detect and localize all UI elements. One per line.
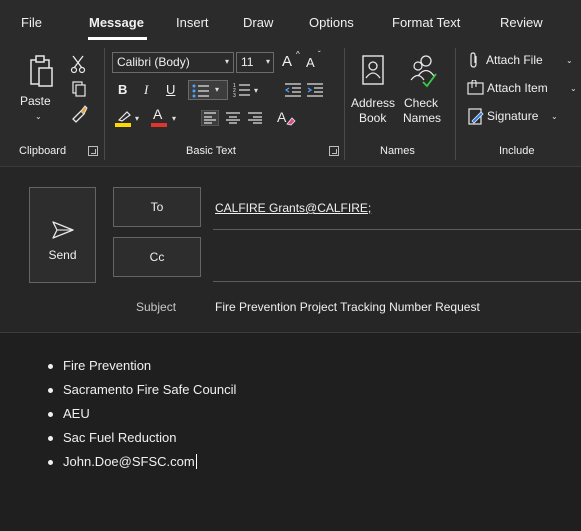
cc-field[interactable] xyxy=(213,234,581,278)
align-right-icon[interactable] xyxy=(246,110,264,126)
attach-file-button[interactable]: Attach File ⌄ xyxy=(466,51,576,71)
attach-item-label: Attach Item xyxy=(487,81,548,95)
address-book-label-line2: Book xyxy=(359,111,387,125)
grow-font-button[interactable]: A xyxy=(282,53,292,70)
group-divider xyxy=(344,48,345,160)
chevron-down-icon[interactable]: ▾ xyxy=(254,86,258,95)
font-color-button[interactable]: A ▾ xyxy=(150,106,180,130)
align-center-icon[interactable] xyxy=(224,110,242,126)
tab-options[interactable]: Options xyxy=(309,15,354,30)
to-button[interactable]: To xyxy=(113,187,201,227)
list-item-text: John.Doe@SFSC.com xyxy=(63,454,195,469)
paperclip-icon xyxy=(470,52,477,68)
chevron-down-icon: ▾ xyxy=(265,57,270,66)
cut-icon[interactable] xyxy=(70,54,86,74)
subject-label: Subject xyxy=(136,300,177,314)
group-divider xyxy=(104,48,105,160)
bullet-list-icon xyxy=(192,84,209,98)
attach-file-label: Attach File xyxy=(486,53,543,67)
font-color-swatch xyxy=(151,123,167,127)
list-item: Sacramento Fire Safe Council xyxy=(48,381,236,405)
font-name-dropdown[interactable]: Calibri (Body) ▾ xyxy=(112,52,234,73)
shrink-caret-icon: ˇ xyxy=(318,50,321,59)
paste-dropdown-icon: ⌄ xyxy=(35,112,42,121)
svg-text:A: A xyxy=(277,109,287,125)
address-book-button[interactable]: Address Book xyxy=(349,50,397,132)
list-item: Sac Fuel Reduction xyxy=(48,429,236,453)
attach-item-icon xyxy=(467,80,484,95)
highlight-button[interactable]: ▾ xyxy=(114,108,142,130)
cc-button[interactable]: Cc xyxy=(113,237,201,277)
send-icon xyxy=(52,221,74,239)
basic-text-group-label: Basic Text xyxy=(186,145,236,157)
paste-button[interactable]: Paste ⌄ xyxy=(18,50,62,130)
check-names-label-line2: Names xyxy=(403,111,442,125)
tab-review[interactable]: Review xyxy=(500,15,543,30)
check-names-label-line1: Check xyxy=(404,96,439,110)
list-item-last: John.Doe@SFSC.com xyxy=(48,453,236,477)
bullet-list: Fire Prevention Sacramento Fire Safe Cou… xyxy=(48,357,236,477)
send-button[interactable]: Send xyxy=(29,187,96,283)
chevron-down-icon: ▾ xyxy=(135,114,140,123)
tab-file[interactable]: File xyxy=(21,15,42,30)
chevron-down-icon: ▾ xyxy=(172,114,177,123)
numbered-list-icon[interactable]: 1 2 3 xyxy=(233,82,251,98)
tab-message[interactable]: Message xyxy=(89,15,144,30)
include-group-label: Include xyxy=(499,145,535,157)
subject-field[interactable]: Fire Prevention Project Tracking Number … xyxy=(215,300,480,314)
address-book-icon xyxy=(362,55,384,85)
attach-item-button[interactable]: Attach Item ⌄ xyxy=(466,79,578,99)
chevron-down-icon: ▾ xyxy=(224,57,229,66)
cc-field-underline xyxy=(213,281,581,282)
copy-icon[interactable] xyxy=(71,80,87,98)
font-color-glyph: A xyxy=(153,106,163,122)
signature-label: Signature xyxy=(487,109,539,123)
check-names-button[interactable]: Check Names xyxy=(401,50,445,132)
grow-caret-icon: ^ xyxy=(296,50,300,59)
paste-label: Paste xyxy=(20,94,51,108)
clipboard-group-label: Clipboard xyxy=(19,145,67,157)
font-size-dropdown[interactable]: 11 ▾ xyxy=(236,52,274,73)
names-group-label: Names xyxy=(380,145,415,157)
tab-draw[interactable]: Draw xyxy=(243,15,273,30)
signature-icon xyxy=(468,108,484,125)
decrease-indent-icon[interactable] xyxy=(284,82,302,98)
clipboard-launcher-icon[interactable] xyxy=(88,146,98,156)
align-left-icon[interactable] xyxy=(201,110,219,126)
svg-text:3: 3 xyxy=(233,93,236,98)
signature-button[interactable]: Signature ⌄ xyxy=(466,107,566,127)
format-painter-icon[interactable] xyxy=(69,103,89,123)
increase-indent-icon[interactable] xyxy=(306,82,324,98)
to-recipient[interactable]: CALFIRE Grants@CALFIRE; xyxy=(215,201,371,215)
bullets-button[interactable]: ▾ xyxy=(188,80,228,100)
ribbon-tabs: File Message Insert Draw Options Format … xyxy=(0,0,581,40)
to-field-underline xyxy=(213,229,581,230)
font-name-value: Calibri (Body) xyxy=(117,55,190,69)
bold-button[interactable]: B xyxy=(118,82,127,97)
list-item: AEU xyxy=(48,405,236,429)
chevron-down-icon: ▾ xyxy=(215,85,220,94)
text-cursor xyxy=(195,454,197,469)
tab-insert[interactable]: Insert xyxy=(176,15,209,30)
underline-button[interactable]: U xyxy=(166,82,175,97)
address-book-label-line1: Address xyxy=(351,96,396,110)
highlight-color-swatch xyxy=(115,123,131,127)
highlighter-icon xyxy=(117,111,131,122)
shrink-font-button[interactable]: A xyxy=(306,55,315,70)
italic-button[interactable]: I xyxy=(144,82,148,98)
list-item: Fire Prevention xyxy=(48,357,236,381)
check-names-icon xyxy=(410,55,437,88)
chevron-down-icon: ⌄ xyxy=(551,112,558,121)
paste-icon xyxy=(30,55,53,87)
group-divider xyxy=(455,48,456,160)
send-label: Send xyxy=(48,248,77,262)
tab-format-text[interactable]: Format Text xyxy=(392,15,460,30)
chevron-down-icon: ⌄ xyxy=(566,56,573,65)
font-size-value: 11 xyxy=(241,55,254,69)
chevron-down-icon: ⌄ xyxy=(570,84,577,93)
basic-text-launcher-icon[interactable] xyxy=(329,146,339,156)
clear-formatting-icon[interactable]: A xyxy=(276,108,296,128)
